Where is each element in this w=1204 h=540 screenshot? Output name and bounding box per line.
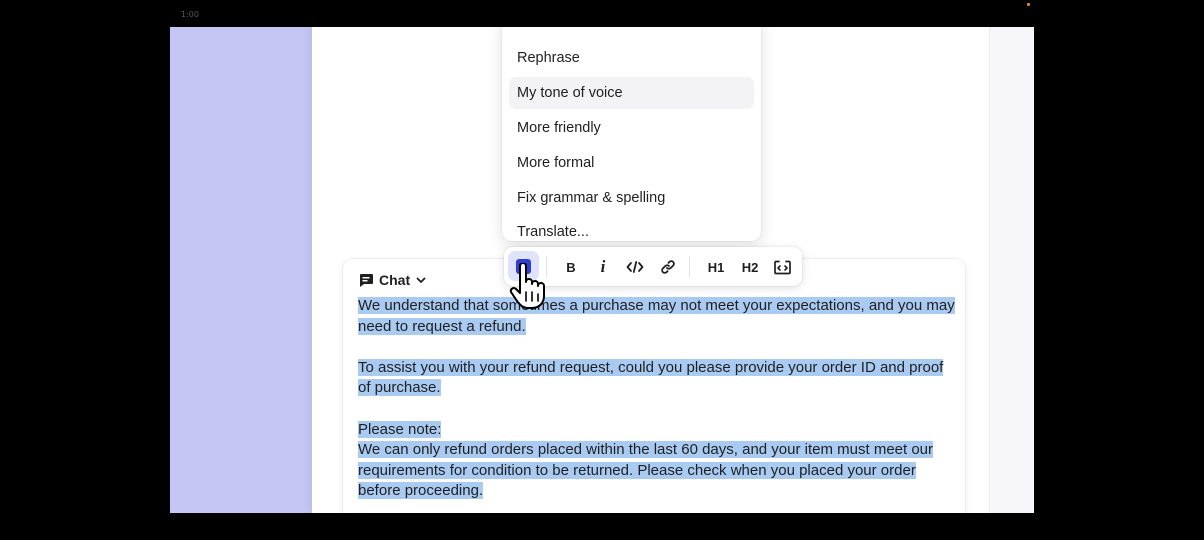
code-block-icon (773, 260, 791, 274)
ai-assist-button[interactable] (508, 251, 539, 281)
selected-text: To assist you with your refund request, … (358, 358, 944, 397)
ai-icon (516, 258, 531, 274)
code-block-button[interactable] (770, 254, 794, 280)
recording-indicator (1027, 3, 1030, 6)
menu-item-fix-grammar[interactable]: Fix grammar & spelling (509, 182, 754, 214)
menu-item-rephrase[interactable]: Rephrase (509, 42, 754, 74)
code-icon (626, 261, 644, 273)
link-icon (661, 260, 675, 274)
bold-button[interactable]: B (559, 254, 583, 280)
paragraph: To assist you with your refund request, … (358, 358, 958, 399)
selected-text: Please note: (358, 420, 442, 438)
paragraph: Please note: We can only refund orders p… (358, 420, 958, 502)
code-button[interactable] (623, 254, 647, 280)
selected-text: We can only refund orders placed within … (358, 441, 934, 500)
format-toolbar: B i H1 H2 (504, 247, 802, 286)
menu-item-my-tone-of-voice[interactable]: My tone of voice (509, 77, 754, 109)
left-panel (170, 27, 312, 513)
chat-mode-dropdown[interactable]: Chat (358, 269, 427, 291)
video-time: 1:00 (181, 10, 199, 19)
toolbar-divider (546, 256, 547, 278)
italic-button[interactable]: i (591, 254, 615, 280)
right-panel (989, 27, 1034, 513)
heading-1-button[interactable]: H1 (704, 254, 728, 280)
message-composer[interactable]: Chat We understand that sometimes a purc… (343, 259, 965, 513)
selected-text: We understand that sometimes a purchase … (358, 297, 955, 335)
ai-actions-menu: Rephrase My tone of voice More friendly … (502, 27, 761, 241)
link-button[interactable] (656, 254, 680, 280)
toolbar-divider (689, 256, 690, 278)
chat-mode-label: Chat (379, 272, 411, 288)
app-window: Rephrase My tone of voice More friendly … (170, 27, 1034, 513)
menu-item-translate[interactable]: Translate... (509, 216, 754, 248)
paragraph: We understand that sometimes a purchase … (358, 296, 958, 337)
heading-2-button[interactable]: H2 (738, 254, 762, 280)
message-body[interactable]: We understand that sometimes a purchase … (358, 296, 958, 513)
menu-item-more-friendly[interactable]: More friendly (509, 112, 754, 144)
menu-item-more-formal[interactable]: More formal (509, 147, 754, 179)
chat-bubble-icon (358, 272, 374, 288)
chevron-down-icon (415, 274, 427, 286)
